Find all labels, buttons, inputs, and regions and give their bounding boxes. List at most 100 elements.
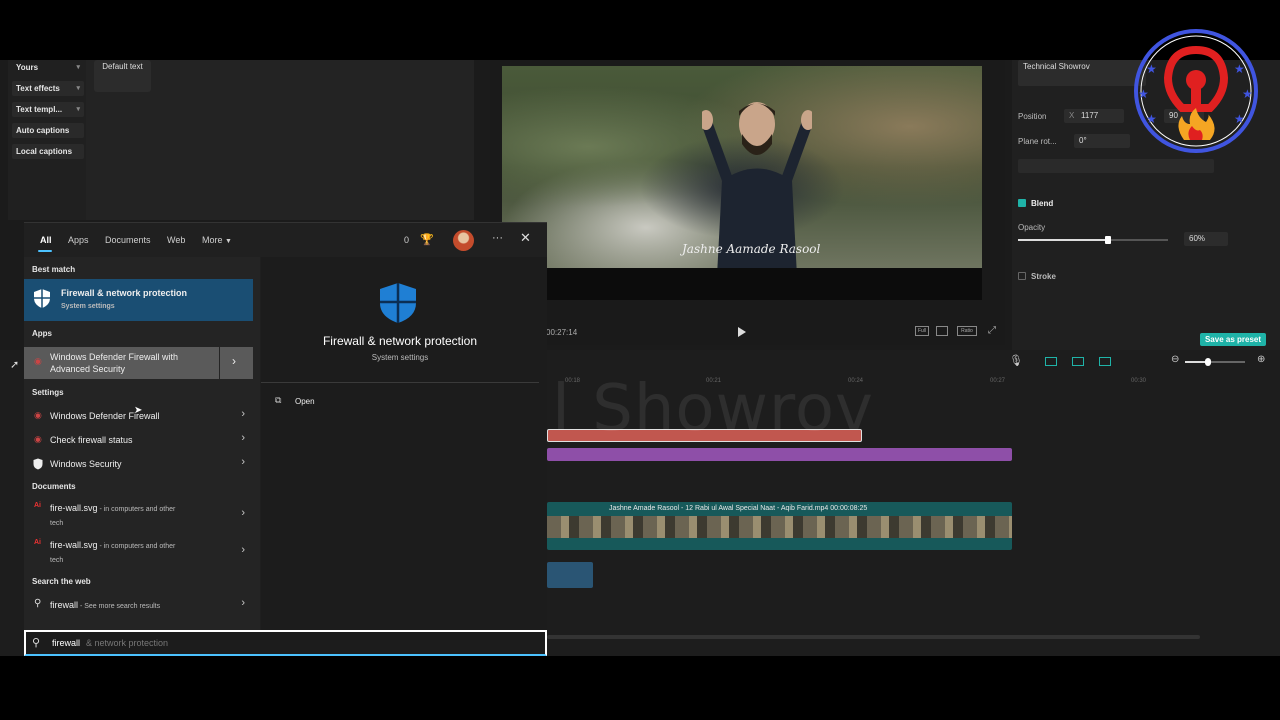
opacity-slider[interactable]: [1018, 236, 1168, 244]
menu-text-templates[interactable]: Text templ... ▾: [12, 102, 84, 117]
settings-check-firewall[interactable]: ◉ Check firewall status ›: [24, 431, 253, 451]
crop-icon[interactable]: [936, 326, 948, 336]
zoom-in-icon[interactable]: ⊕: [1257, 354, 1265, 365]
search-input[interactable]: ⚲ firewall & network protection: [24, 630, 547, 656]
position-label: Position: [1018, 112, 1047, 121]
chevron-right-icon: ›: [241, 432, 245, 444]
align-toolbar[interactable]: [1018, 159, 1214, 173]
zoom-out-icon[interactable]: ⊖: [1171, 354, 1179, 365]
svg-text:★: ★: [1234, 112, 1245, 126]
opacity-label: Opacity: [1018, 223, 1046, 232]
ratio-button[interactable]: Ratio: [957, 326, 977, 336]
chevron-down-icon: ▼: [225, 238, 232, 245]
blend-label: Blend: [1031, 199, 1054, 208]
rewards-points: 0: [404, 235, 410, 245]
app-expand-button[interactable]: ›: [220, 347, 253, 379]
audio-clip[interactable]: [547, 562, 593, 588]
video-clip-label: Jashne Amade Rasool - 12 Rabi ul Awal Sp…: [609, 505, 868, 512]
svg-text:★: ★: [1146, 112, 1157, 126]
preview-axis-icon[interactable]: [1099, 357, 1111, 366]
snap-icon[interactable]: [1045, 357, 1057, 366]
menu-local-captions[interactable]: Local captions: [12, 144, 84, 159]
open-action[interactable]: ⧉ Open: [275, 395, 375, 411]
play-icon[interactable]: [737, 326, 747, 338]
plane-rotation-field[interactable]: 0°: [1074, 134, 1130, 148]
section-settings: Settings: [32, 388, 64, 397]
link-icon[interactable]: [1072, 357, 1084, 366]
fullscreen-icon[interactable]: ⤢: [988, 325, 996, 336]
open-external-icon: ⧉: [275, 395, 282, 405]
user-avatar[interactable]: [453, 230, 474, 251]
detail-title: Firewall & network protection: [322, 334, 478, 348]
close-icon[interactable]: ✕: [520, 230, 531, 246]
chevron-right-icon: ›: [241, 544, 245, 556]
preview-letterbox: [502, 268, 982, 300]
position-x-field[interactable]: X 1177: [1064, 109, 1124, 123]
best-match-result[interactable]: Firewall & network protection System sett…: [24, 279, 253, 321]
web-search-result[interactable]: ⚲ firewall - See more search results ›: [24, 596, 253, 616]
time-display: 00:27:14: [546, 328, 578, 337]
menu-yours[interactable]: Yours ▾: [12, 60, 84, 75]
firewall-icon: ◉: [34, 356, 42, 366]
section-best-match: Best match: [32, 265, 76, 274]
document-result[interactable]: Ai fire-wall.svg - in computers and othe…: [24, 536, 253, 568]
save-as-preset-button[interactable]: Save as preset: [1200, 333, 1266, 346]
tab-apps[interactable]: Apps: [68, 235, 89, 245]
tab-more[interactable]: More ▼: [202, 235, 232, 245]
section-search-web: Search the web: [32, 577, 91, 586]
plane-rotation-label: Plane rot...: [1018, 137, 1057, 146]
search-autocomplete-text: & network protection: [86, 638, 169, 648]
timeline-scrollbar[interactable]: [547, 635, 1200, 639]
editor-text-menu: Yours ▾ Text effects ▾ Text templ... ▾ Auto…: [8, 60, 86, 220]
opacity-field[interactable]: 60%: [1184, 232, 1228, 246]
chevron-right-icon: ›: [241, 507, 245, 519]
chevron-down-icon: ▾: [76, 64, 80, 71]
tab-all[interactable]: All: [40, 235, 52, 245]
select-cursor-icon[interactable]: ➚: [10, 358, 19, 371]
settings-windows-security[interactable]: Windows Security ›: [24, 455, 253, 475]
chevron-right-icon: ›: [241, 408, 245, 420]
shield-icon: [33, 458, 43, 470]
menu-auto-captions[interactable]: Auto captions: [12, 123, 84, 138]
text-content-field[interactable]: Technical Showrov: [1018, 60, 1146, 86]
menu-text-effects[interactable]: Text effects ▾: [12, 81, 84, 96]
tab-web[interactable]: Web: [167, 235, 185, 245]
full-button[interactable]: Full: [915, 326, 929, 336]
search-icon: ⚲: [34, 598, 42, 609]
timeline-tick: 00:27: [990, 378, 1006, 384]
section-documents: Documents: [32, 482, 76, 491]
settings-defender-firewall[interactable]: ◉ Windows Defender Firewall ›: [24, 407, 253, 427]
stroke-checkbox[interactable]: [1018, 272, 1026, 280]
blend-checkbox[interactable]: [1018, 199, 1026, 207]
more-options-icon[interactable]: ···: [492, 232, 503, 244]
person-figure: [702, 102, 812, 268]
opacity-slider-fill: [1018, 239, 1108, 241]
channel-logo: ★ ★ ★ ★ ★ ★: [1134, 29, 1258, 153]
search-icon: ⚲: [32, 637, 41, 649]
timeline-tick: 00:30: [1131, 378, 1147, 384]
chevron-right-icon: ›: [241, 597, 245, 609]
chevron-down-icon: ▾: [76, 85, 80, 92]
video-frame: Jashne Aamade Rasool: [502, 66, 982, 268]
opacity-slider-knob[interactable]: [1105, 236, 1111, 244]
microphone-icon[interactable]: 🎙: [1009, 354, 1023, 367]
search-results: Best match Firewall & network protection…: [24, 257, 260, 631]
default-text-item[interactable]: Default text: [94, 60, 151, 92]
document-result[interactable]: Ai fire-wall.svg - in computers and othe…: [24, 499, 253, 531]
firewall-icon: ◉: [34, 410, 42, 420]
chevron-right-icon: ›: [241, 456, 245, 468]
stroke-label: Stroke: [1031, 272, 1056, 281]
effect-clip[interactable]: [547, 448, 1012, 461]
app-defender-advanced[interactable]: ◉ Windows Defender Firewall with Advanced…: [24, 347, 219, 379]
result-detail-pane: Firewall & network protection System set…: [261, 257, 547, 631]
shield-icon: [34, 289, 50, 308]
video-clip[interactable]: Jashne Amade Rasool - 12 Rabi ul Awal Sp…: [547, 502, 1012, 550]
trophy-icon[interactable]: 🏆: [420, 233, 434, 246]
zoom-slider[interactable]: [1185, 358, 1245, 366]
chevron-right-icon: ›: [232, 354, 236, 368]
tab-documents[interactable]: Documents: [105, 235, 151, 245]
video-caption: Jashne Aamade Rasool: [682, 242, 821, 256]
section-apps: Apps: [32, 329, 52, 338]
text-asset-panel: Default text: [86, 60, 474, 220]
preview-controls: 00:27:14 Full Ratio ⤢: [490, 322, 1005, 344]
